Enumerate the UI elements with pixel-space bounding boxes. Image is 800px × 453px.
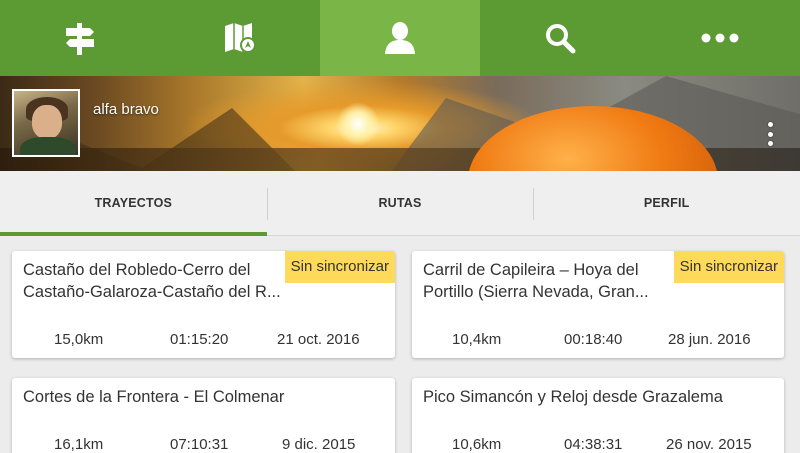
- track-card[interactable]: Cortes de la Frontera - El Colmenar 16,1…: [12, 378, 395, 453]
- track-stats: 10,6km 04:38:31 26 nov. 2015: [412, 436, 784, 453]
- track-card[interactable]: Carril de Capileira – Hoya del Portillo …: [412, 251, 784, 358]
- profile-banner: alfa bravo: [0, 76, 800, 171]
- nav-map-button[interactable]: [160, 0, 320, 76]
- track-card[interactable]: Pico Simancón y Reloj desde Grazalema 10…: [412, 378, 784, 453]
- track-title: Pico Simancón y Reloj desde Grazalema: [423, 388, 723, 406]
- track-distance: 16,1km: [54, 436, 104, 453]
- track-stats: 10,4km 00:18:40 28 jun. 2016: [412, 331, 784, 351]
- more-horizontal-icon: [701, 33, 739, 43]
- track-date: 26 nov. 2015: [666, 436, 752, 453]
- map-icon: [225, 23, 256, 53]
- sync-status-badge: Sin sincronizar: [673, 251, 784, 283]
- track-card[interactable]: Castaño del Robledo-Cerro del Castaño-Ga…: [12, 251, 395, 358]
- search-icon: [546, 24, 576, 54]
- username-label: alfa bravo: [93, 101, 159, 118]
- nav-search-button[interactable]: [480, 0, 640, 76]
- profile-tabs: TRAYECTOS RUTAS PERFIL: [0, 171, 800, 236]
- track-duration: 00:18:40: [564, 331, 623, 348]
- track-distance: 15,0km: [54, 331, 104, 348]
- nav-more-button[interactable]: [640, 0, 800, 76]
- track-duration: 07:10:31: [170, 436, 229, 453]
- tab-trayectos[interactable]: TRAYECTOS: [0, 171, 267, 236]
- track-distance: 10,6km: [452, 436, 502, 453]
- track-duration: 04:38:31: [564, 436, 623, 453]
- avatar[interactable]: [12, 89, 80, 157]
- track-title: Carril de Capileira – Hoya del Portillo …: [423, 261, 649, 301]
- track-distance: 10,4km: [452, 331, 502, 348]
- track-date: 9 dic. 2015: [282, 436, 356, 453]
- user-icon: [385, 22, 415, 54]
- track-date: 28 jun. 2016: [668, 331, 751, 348]
- track-title: Cortes de la Frontera - El Colmenar: [23, 388, 285, 406]
- top-navigation-bar: [0, 0, 800, 76]
- track-title: Castaño del Robledo-Cerro del Castaño-Ga…: [23, 261, 281, 301]
- track-duration: 01:15:20: [170, 331, 229, 348]
- nav-profile-button[interactable]: [320, 0, 480, 76]
- more-vertical-icon[interactable]: [762, 120, 778, 148]
- track-date: 21 oct. 2016: [277, 331, 360, 348]
- track-stats: 15,0km 01:15:20 21 oct. 2016: [12, 331, 395, 351]
- signpost-icon: [66, 23, 94, 55]
- banner-sun: [336, 102, 380, 146]
- tab-rutas[interactable]: RUTAS: [266, 171, 534, 235]
- track-stats: 16,1km 07:10:31 9 dic. 2015: [12, 436, 395, 453]
- nav-tracks-button[interactable]: [0, 0, 160, 76]
- tab-perfil[interactable]: PERFIL: [533, 171, 800, 235]
- sync-status-badge: Sin sincronizar: [284, 251, 395, 283]
